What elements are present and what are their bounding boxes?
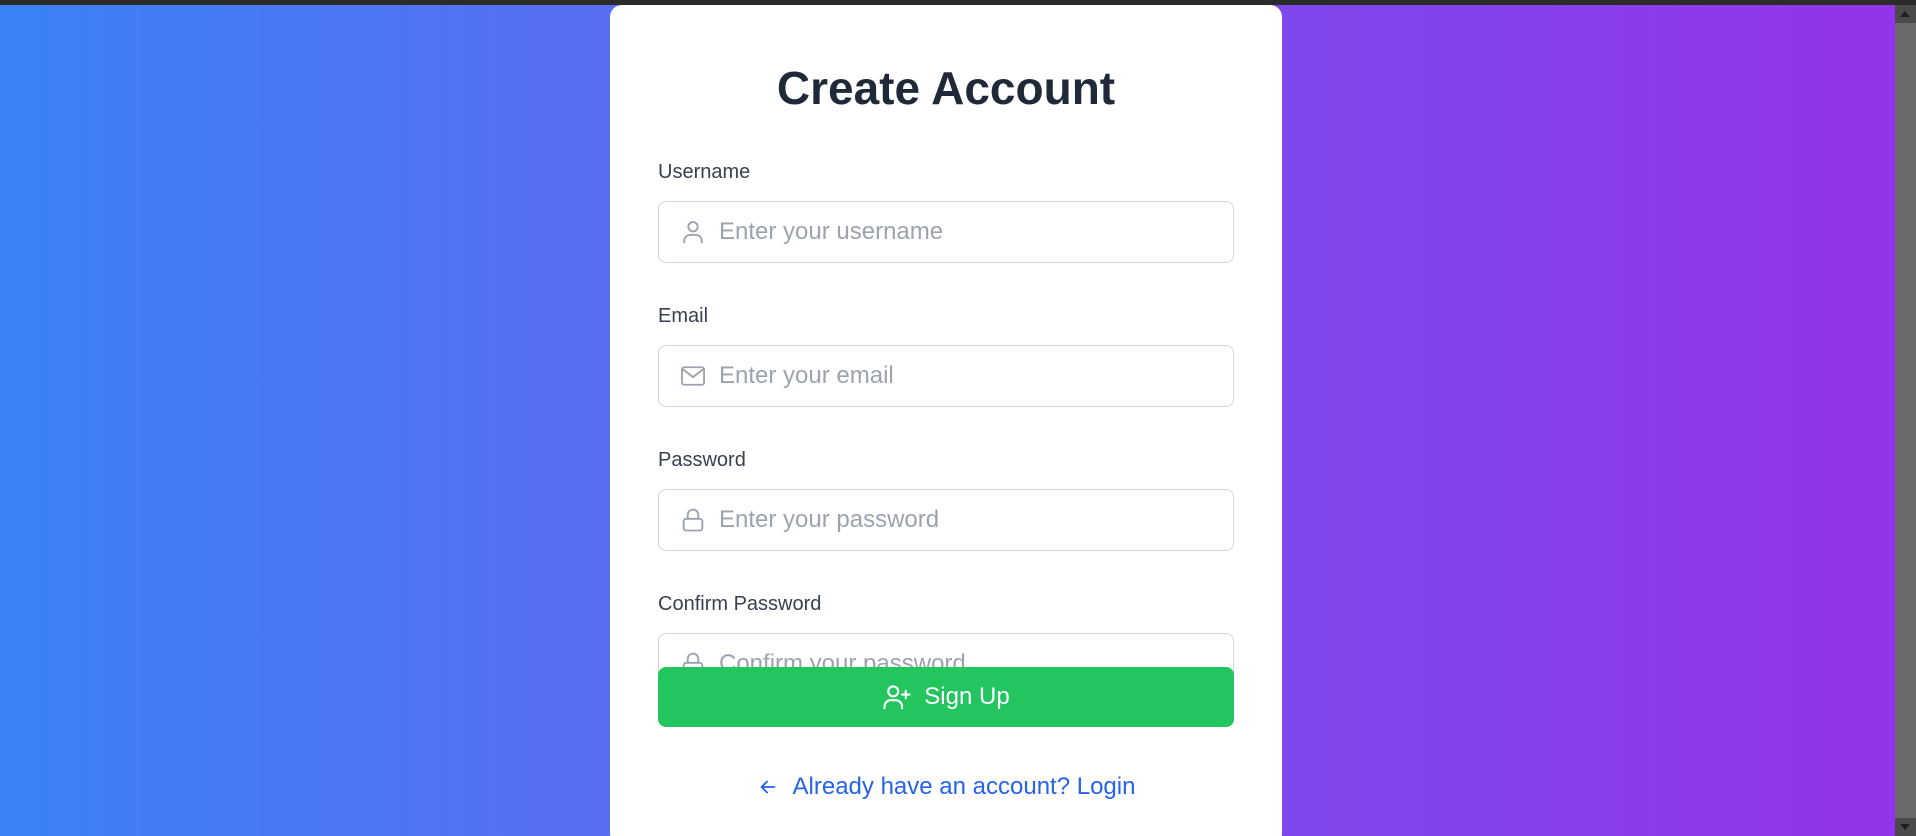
confirm-password-label: Confirm Password — [658, 593, 822, 615]
mail-icon — [680, 366, 706, 386]
window-top-edge — [0, 0, 1916, 5]
vertical-scrollbar[interactable] — [1895, 0, 1916, 836]
arrow-left-icon — [760, 780, 775, 794]
password-label: Password — [658, 449, 746, 471]
sign-up-button[interactable]: Sign Up — [658, 667, 1234, 727]
lock-icon — [682, 508, 704, 532]
user-plus-icon — [883, 685, 911, 710]
login-link-label: Already have an account? Login — [792, 773, 1136, 800]
page: Create Account Username Email — [0, 0, 1916, 836]
sign-up-label: Sign Up — [924, 683, 1010, 710]
page-title: Create Account — [776, 62, 1116, 114]
password-input[interactable] — [719, 490, 1219, 550]
user-icon — [683, 221, 703, 244]
email-field-group: Email — [658, 303, 1234, 407]
username-label: Username — [658, 161, 751, 183]
password-field-group: Password — [658, 447, 1234, 551]
login-link[interactable]: Already have an account? Login — [658, 769, 1234, 805]
email-label: Email — [658, 305, 709, 327]
email-input-wrapper[interactable] — [658, 345, 1234, 407]
username-input-wrapper[interactable] — [658, 201, 1234, 263]
scroll-up-arrow-icon[interactable] — [1895, 5, 1916, 23]
signup-card: Create Account Username Email — [610, 5, 1282, 836]
password-input-wrapper[interactable] — [658, 489, 1234, 551]
email-input[interactable] — [719, 346, 1219, 406]
scroll-down-arrow-icon[interactable] — [1895, 818, 1916, 836]
username-input[interactable] — [719, 202, 1219, 262]
username-field-group: Username — [658, 159, 1234, 263]
